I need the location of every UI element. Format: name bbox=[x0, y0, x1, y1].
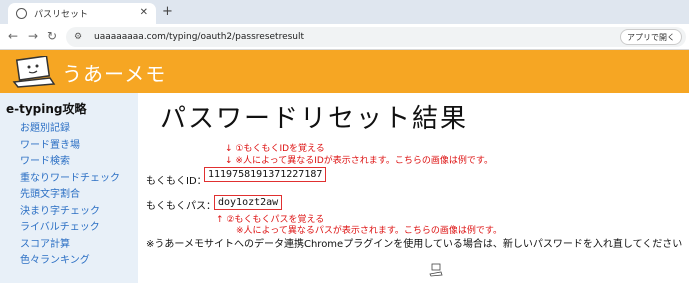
main-content: パスワードリセット結果 ↓ ①もくもくIDを覚える ↓ ※人によって異なるIDが… bbox=[138, 93, 689, 283]
new-tab-button[interactable]: + bbox=[162, 4, 173, 19]
id-label: もくもくID： bbox=[146, 176, 207, 187]
laptop-mini-icon bbox=[429, 263, 443, 277]
open-in-app-button[interactable]: アプリで開く bbox=[620, 29, 682, 45]
globe-icon bbox=[16, 8, 27, 19]
tab-strip: パスリセット ✕ + bbox=[0, 0, 689, 24]
sidebar-item[interactable]: 色々ランキング bbox=[20, 253, 138, 270]
open-in-app-label: アプリで開く bbox=[627, 32, 675, 42]
site-info-icon[interactable]: ⚙ bbox=[74, 32, 84, 42]
back-icon[interactable]: ← bbox=[8, 29, 18, 43]
sidebar-title: e-typing攻略 bbox=[6, 102, 87, 116]
sidebar-item[interactable]: お題別記録 bbox=[20, 121, 138, 138]
url-field[interactable]: ⚙ uaaaaaaaa.com/typing/oauth2/passresetr… bbox=[66, 27, 686, 47]
site-header: うあーメモ bbox=[0, 50, 689, 93]
sidebar-item[interactable]: ワード検索 bbox=[20, 154, 138, 171]
footer-note: ※うあーメモサイトへのデータ連携Chromeプラグインを使用している場合は、新し… bbox=[146, 239, 683, 250]
sidebar-list: お題別記録 ワード置き場 ワード検索 重なりワードチェック 先頭文字割合 決まり… bbox=[0, 117, 138, 270]
tab-current[interactable]: パスリセット ✕ bbox=[8, 3, 156, 24]
page-title: パスワードリセット結果 bbox=[160, 104, 469, 134]
sidebar-item[interactable]: 先頭文字割合 bbox=[20, 187, 138, 204]
url-text: uaaaaaaaa.com/typing/oauth2/passresetres… bbox=[94, 32, 305, 42]
sidebar-item[interactable]: ワード置き場 bbox=[20, 138, 138, 155]
sidebar-item[interactable]: 重なりワードチェック bbox=[20, 171, 138, 188]
sidebar-item[interactable]: スコア計算 bbox=[20, 237, 138, 254]
address-bar: ← → ↻ ⚙ uaaaaaaaa.com/typing/oauth2/pass… bbox=[0, 24, 689, 50]
sidebar-item[interactable]: ライバルチェック bbox=[20, 220, 138, 237]
brand-name[interactable]: うあーメモ bbox=[62, 58, 166, 87]
pass-label: もくもくパス： bbox=[146, 201, 216, 212]
id-value: 1119758191371227187 bbox=[204, 167, 327, 182]
sidebar-item[interactable]: 決まり字チェック bbox=[20, 204, 138, 221]
tab-title: パスリセット bbox=[34, 10, 89, 20]
close-icon[interactable]: ✕ bbox=[140, 7, 148, 18]
sidebar: e-typing攻略 お題別記録 ワード置き場 ワード検索 重なりワードチェック… bbox=[0, 93, 138, 283]
id-note-2: ↓ ※人によって異なるIDが表示されます。こちらの画像は例です。 bbox=[225, 156, 494, 166]
reload-icon[interactable]: ↻ bbox=[47, 29, 57, 43]
pass-value: doy1ozt2aw bbox=[214, 195, 283, 210]
laptop-logo-icon[interactable] bbox=[10, 56, 58, 88]
forward-icon[interactable]: → bbox=[28, 29, 38, 43]
